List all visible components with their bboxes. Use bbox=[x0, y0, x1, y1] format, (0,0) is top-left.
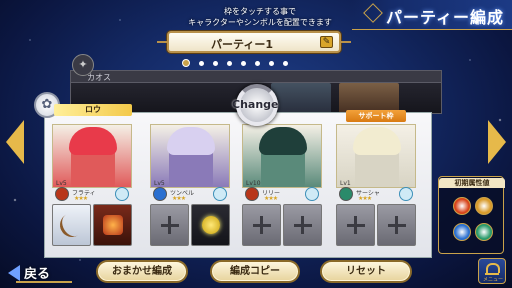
earth-attribute-icon bbox=[475, 197, 493, 215]
castle-menu-icon bbox=[485, 263, 500, 275]
character-portrait[interactable]: Lv5 bbox=[150, 124, 230, 188]
character-slot[interactable]: Lv5 フラティ ★★★ bbox=[52, 124, 132, 254]
character-slot[interactable]: Lv10 リリー ★★★ bbox=[242, 124, 322, 254]
party-page-dot[interactable] bbox=[227, 60, 232, 66]
back-party-label: カオス bbox=[87, 73, 111, 82]
water-attribute-icon bbox=[453, 223, 471, 241]
character-hair bbox=[167, 127, 215, 155]
next-party-arrow-icon[interactable] bbox=[488, 120, 506, 164]
element-icon bbox=[339, 187, 353, 201]
menu-button[interactable]: メニュー bbox=[478, 258, 506, 284]
party-name-bar[interactable]: パーティー1 ✎ bbox=[157, 31, 351, 53]
initial-attribute-panel: 初期属性値 bbox=[438, 176, 505, 254]
symbol-row bbox=[242, 204, 322, 246]
gem-symbol-icon[interactable] bbox=[191, 204, 230, 246]
character-hair bbox=[353, 127, 401, 155]
attribute-badge-icon bbox=[213, 187, 227, 201]
element-icon bbox=[245, 187, 259, 201]
character-level: Lv5 bbox=[56, 180, 67, 187]
symbol-row bbox=[336, 204, 416, 246]
character-portrait[interactable]: Lv5 bbox=[52, 124, 132, 188]
back-emblem-icon: ✦ bbox=[72, 54, 94, 76]
support-slot-label: サポート枠 bbox=[346, 110, 406, 122]
title-deco-icon bbox=[363, 3, 383, 23]
character-rarity: ★★★ bbox=[172, 195, 186, 202]
bar-deco-right bbox=[339, 41, 351, 43]
party-page-dot[interactable] bbox=[283, 60, 288, 66]
instruction-line-2: キャラクターやシンボルを配置できます bbox=[188, 18, 332, 27]
auto-formation-button[interactable]: おまかせ編成 bbox=[96, 260, 188, 283]
attribute-badge-icon bbox=[399, 187, 413, 201]
instruction-line-1: 枠をタッチする事で bbox=[224, 7, 296, 16]
bar-deco-left bbox=[157, 41, 169, 43]
character-slot[interactable]: Lv5 ツンベル ★★★ bbox=[150, 124, 230, 254]
fire-attribute-icon bbox=[453, 197, 471, 215]
character-slot[interactable]: Lv1 サーシャ ★★★ bbox=[336, 124, 416, 254]
party-page-dot[interactable] bbox=[241, 60, 246, 66]
character-rarity: ★★★ bbox=[358, 195, 372, 202]
back-arrow-icon bbox=[8, 265, 20, 281]
leader-label: ロウ bbox=[54, 104, 132, 116]
back-button[interactable]: 戻る bbox=[6, 260, 72, 284]
party-page-dot[interactable] bbox=[269, 60, 274, 66]
empty-symbol-slot[interactable] bbox=[377, 204, 416, 246]
copy-formation-button[interactable]: 編成コピー bbox=[210, 260, 300, 283]
party-page-indicator bbox=[182, 59, 288, 67]
symbol-row bbox=[150, 204, 230, 246]
party-page-dot[interactable] bbox=[182, 59, 190, 67]
change-label: Change bbox=[232, 98, 279, 111]
fire-symbol-icon[interactable] bbox=[93, 204, 132, 246]
party-page-dot[interactable] bbox=[213, 60, 218, 66]
menu-label: メニュー bbox=[482, 277, 503, 283]
character-hair bbox=[69, 127, 117, 155]
page-title: パーティー編成 bbox=[385, 8, 504, 27]
character-rarity: ★★★ bbox=[264, 195, 278, 202]
back-underline bbox=[16, 281, 72, 283]
change-button[interactable]: Change bbox=[224, 82, 288, 132]
character-level: Lv1 bbox=[340, 180, 351, 187]
bow-symbol-icon[interactable] bbox=[52, 204, 91, 246]
character-level: Lv5 bbox=[154, 180, 165, 187]
empty-symbol-slot[interactable] bbox=[242, 204, 281, 246]
attribute-panel-title: 初期属性値 bbox=[439, 178, 505, 188]
party-name: パーティー1 bbox=[211, 38, 273, 51]
title-banner: パーティー編成 bbox=[352, 0, 512, 30]
instruction-text: 枠をタッチする事で キャラクターやシンボルを配置できます bbox=[160, 6, 360, 28]
element-icon bbox=[55, 187, 69, 201]
attribute-badge-icon bbox=[305, 187, 319, 201]
element-icon bbox=[153, 187, 167, 201]
previous-party-arrow-icon[interactable] bbox=[6, 120, 24, 164]
party-page-dot[interactable] bbox=[199, 60, 204, 66]
character-portrait[interactable]: Lv1 bbox=[336, 124, 416, 188]
back-button-label: 戻る bbox=[24, 267, 51, 282]
empty-symbol-slot[interactable] bbox=[283, 204, 322, 246]
edit-icon[interactable]: ✎ bbox=[320, 36, 333, 48]
character-rarity: ★★★ bbox=[74, 195, 88, 202]
empty-symbol-slot[interactable] bbox=[336, 204, 375, 246]
party-page-dot[interactable] bbox=[255, 60, 260, 66]
symbol-row bbox=[52, 204, 132, 246]
reset-button[interactable]: リセット bbox=[320, 260, 412, 283]
empty-symbol-slot[interactable] bbox=[150, 204, 189, 246]
character-level: Lv10 bbox=[246, 180, 261, 187]
wind-attribute-icon bbox=[475, 223, 493, 241]
character-portrait[interactable]: Lv10 bbox=[242, 124, 322, 188]
attribute-badge-icon bbox=[115, 187, 129, 201]
